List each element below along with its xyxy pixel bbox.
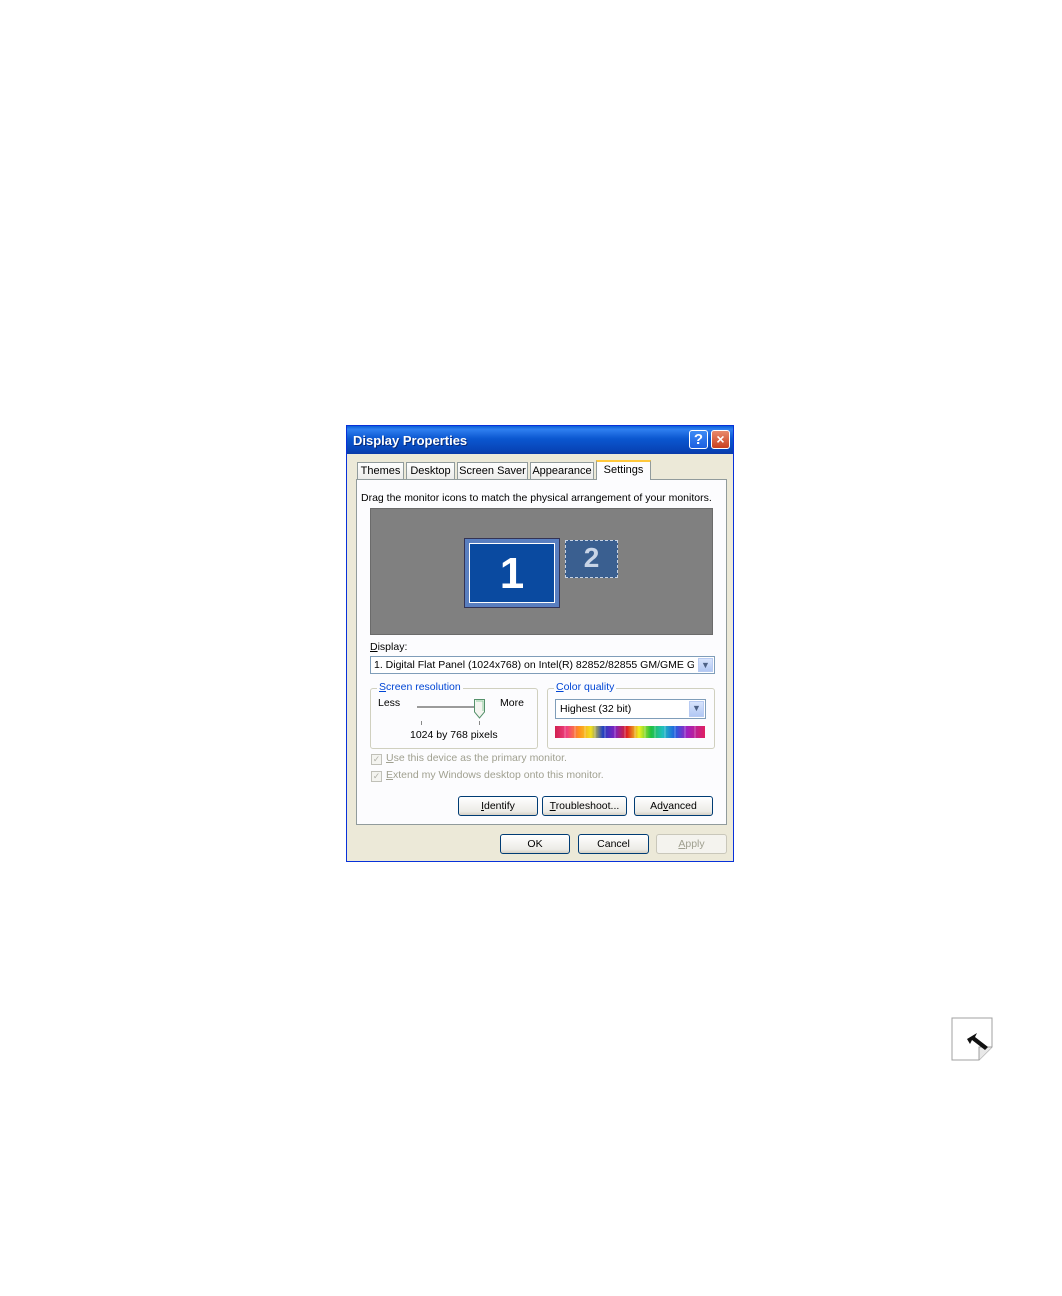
color-quality-select[interactable]: Highest (32 bit) ▼ (555, 699, 706, 719)
resolution-value: 1024 by 768 pixels (410, 729, 498, 741)
color-quality-value: Highest (32 bit) (560, 703, 632, 715)
display-select[interactable]: 1. Digital Flat Panel (1024x768) on Inte… (370, 656, 715, 674)
troubleshoot-button[interactable]: Troubleshoot... (542, 796, 627, 816)
help-button[interactable]: ? (689, 430, 708, 449)
display-properties-window: Display Properties ? × Themes Desktop Sc… (346, 425, 734, 862)
display-select-value: 1. Digital Flat Panel (1024x768) on Inte… (374, 659, 694, 671)
tab-settings[interactable]: Settings (596, 460, 651, 480)
primary-monitor-label: Use this device as the primary monitor. (386, 752, 567, 764)
extend-desktop-label: Extend my Windows desktop onto this moni… (386, 769, 604, 781)
tab-screen-saver[interactable]: Screen Saver (457, 462, 528, 479)
chevron-down-icon[interactable]: ▼ (689, 701, 704, 717)
arrangement-instruction: Drag the monitor icons to match the phys… (361, 492, 712, 504)
display-label: Display: (370, 641, 408, 653)
slider-tick (421, 721, 422, 725)
window-title: Display Properties (353, 433, 468, 448)
apply-button[interactable]: Apply (656, 834, 727, 854)
primary-monitor-checkbox[interactable]: ✓ (371, 754, 382, 765)
title-bar[interactable]: Display Properties ? × (347, 426, 733, 454)
extend-desktop-checkbox[interactable]: ✓ (371, 771, 382, 782)
tab-desktop[interactable]: Desktop (406, 462, 455, 479)
tab-appearance[interactable]: Appearance (530, 462, 594, 479)
tab-themes[interactable]: Themes (357, 462, 404, 479)
close-button[interactable]: × (711, 430, 730, 449)
cancel-button[interactable]: Cancel (578, 834, 649, 854)
resolution-less-label: Less (378, 697, 401, 709)
identify-button[interactable]: Identify (458, 796, 538, 816)
color-spectrum-bar (555, 726, 705, 738)
monitor-2-icon[interactable]: 2 (565, 540, 618, 578)
resolution-slider-thumb[interactable] (474, 699, 485, 719)
resolution-more-label: More (500, 697, 524, 709)
screen-resolution-title: Screen resolution (377, 681, 463, 693)
monitor-1-number: 1 (469, 543, 555, 603)
advanced-button[interactable]: Advanced (634, 796, 713, 816)
color-quality-title: Color quality (554, 681, 617, 693)
ok-button[interactable]: OK (500, 834, 570, 854)
slider-tick (479, 721, 480, 725)
cursor-arrow-icon (951, 1017, 993, 1061)
monitor-1-icon[interactable]: 1 (464, 538, 560, 608)
chevron-down-icon[interactable]: ▼ (698, 658, 713, 672)
